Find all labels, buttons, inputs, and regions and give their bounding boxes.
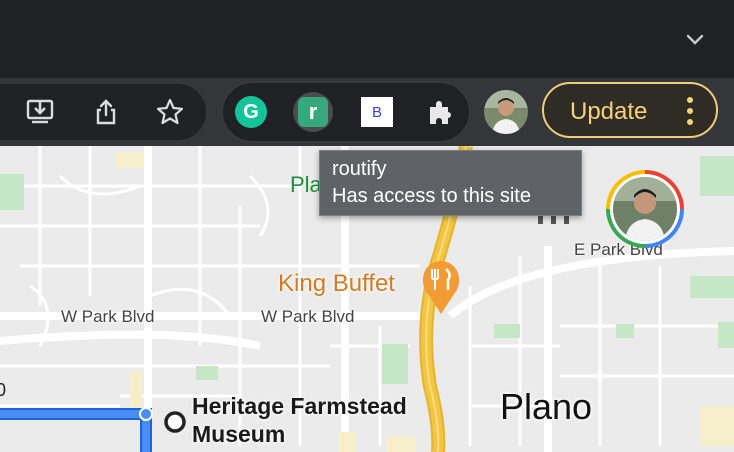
profile-avatar[interactable] — [484, 90, 528, 134]
street-label-w-park-left: W Park Blvd — [61, 307, 155, 326]
chevron-down-icon[interactable] — [682, 26, 708, 52]
street-label-w-park-center: W Park Blvd — [261, 307, 355, 326]
browser-toolbar: G r B Update — [0, 78, 734, 146]
download-icon[interactable] — [22, 94, 58, 130]
poi-label[interactable]: King Buffet — [278, 270, 395, 298]
tab-strip — [0, 0, 734, 78]
grammarly-icon: G — [235, 96, 267, 128]
museum-label[interactable]: Heritage Farmstead Museum — [192, 392, 407, 448]
routify-icon: r — [298, 97, 328, 127]
svg-text:0: 0 — [0, 380, 6, 400]
b-extension-icon: B — [361, 97, 393, 127]
share-icon[interactable] — [88, 94, 124, 130]
puzzle-icon[interactable] — [421, 92, 461, 132]
city-label: Plano — [500, 386, 593, 427]
extension-tooltip: routify Has access to this site — [319, 150, 582, 216]
park-label: Pla — [290, 172, 322, 197]
routify-extension-button[interactable]: r — [293, 92, 333, 132]
update-label: Update — [570, 98, 648, 125]
grammarly-extension-button[interactable]: G — [231, 92, 271, 132]
tooltip-title: routify — [332, 158, 387, 180]
b-extension-button[interactable]: B — [357, 92, 397, 132]
map-account-avatar[interactable] — [606, 170, 684, 248]
extensions-group: G r B — [222, 82, 470, 142]
update-button[interactable]: Update — [542, 82, 718, 138]
bookmark-star-icon[interactable] — [152, 94, 188, 130]
museum-label-line1: Heritage Farmstead — [192, 393, 407, 419]
museum-label-line2: Museum — [192, 421, 286, 447]
screenshot-root: G r B Update 0 Pla King Buffet E Park Bl… — [0, 0, 734, 452]
more-options-icon[interactable] — [682, 94, 698, 128]
tooltip-subtitle: Has access to this site — [332, 185, 531, 207]
